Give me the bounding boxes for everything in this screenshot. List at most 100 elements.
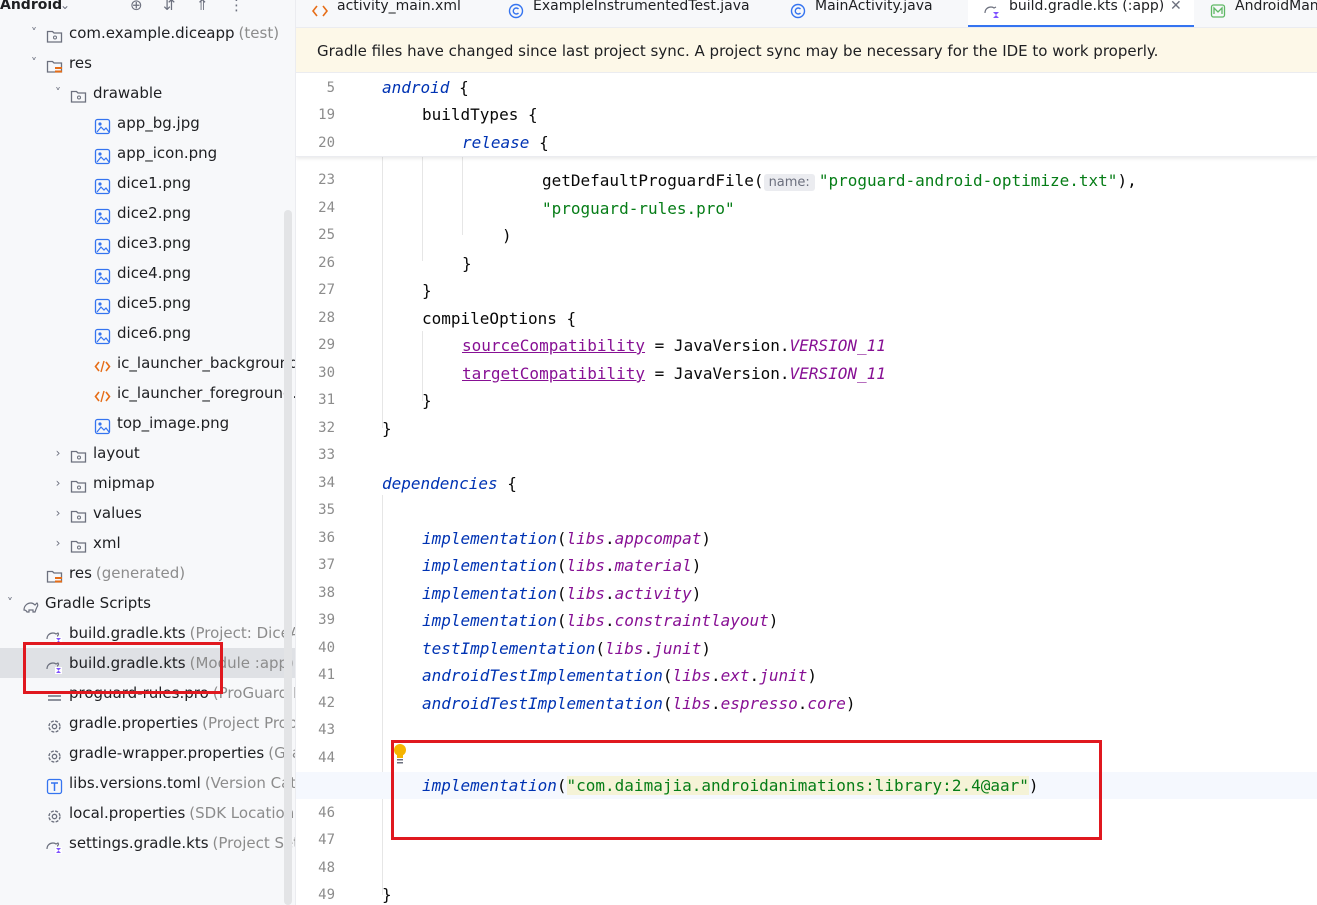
collapsed-chevron-icon[interactable]: › <box>51 498 65 528</box>
expand-all-icon[interactable]: ⇵ <box>163 0 176 18</box>
tree-item[interactable]: dice2.png <box>0 198 296 228</box>
tree-item-label: drawable <box>93 78 162 108</box>
tree-item[interactable]: › values <box>0 498 296 528</box>
code-string: "proguard-android-optimize.txt" <box>818 171 1118 190</box>
code-line-29: sourceCompatibility = JavaVersion.VERSIO… <box>296 332 1317 359</box>
tree-item[interactable]: local.properties (SDK Location) <box>0 798 296 828</box>
tree-item[interactable]: dice6.png <box>0 318 296 348</box>
tree-item[interactable]: dice5.png <box>0 288 296 318</box>
code-token: ( <box>556 529 567 548</box>
collapsed-chevron-icon[interactable]: › <box>51 528 65 558</box>
tree-item-hint: (SDK Location) <box>189 804 296 822</box>
sticky-line-android[interactable]: android { <box>296 74 1317 101</box>
code-lib-ref: libs <box>566 529 606 548</box>
tree-item-name: ic_launcher_background.xml <box>117 354 296 372</box>
code-lib-ref: libs <box>672 666 711 685</box>
tree-item-name: app_bg.jpg <box>117 114 200 132</box>
tree-item[interactable]: dice4.png <box>0 258 296 288</box>
tree-item-name: mipmap <box>93 474 155 492</box>
tree-item[interactable]: dice3.png <box>0 228 296 258</box>
collapsed-chevron-icon[interactable]: › <box>51 438 65 468</box>
tree-item-name: local.properties <box>69 804 186 822</box>
tree-item[interactable]: app_bg.jpg <box>0 108 296 138</box>
editor-tab[interactable]: MainActivity.java <box>774 0 968 27</box>
tree-item[interactable]: › mipmap <box>0 468 296 498</box>
tree-item[interactable]: ˅ com.example.diceapp (test) <box>0 18 296 48</box>
tree-item-label: layout <box>93 438 140 468</box>
tree-item[interactable]: settings.gradle.kts(Project Settings) <box>0 828 296 858</box>
locate-target-icon[interactable]: ⊕ <box>130 0 143 18</box>
tab-label: MainActivity.java <box>815 0 933 14</box>
code-keyword: release <box>462 133 530 152</box>
tree-item[interactable]: gradle-wrapper.properties(Gradle Version… <box>0 738 296 768</box>
line-number: 35 <box>318 502 335 518</box>
tree-item[interactable]: ˅ drawable <box>0 78 296 108</box>
tree-item-label: dice6.png <box>117 318 191 348</box>
collapse-all-icon[interactable]: ⇑ <box>196 0 209 18</box>
collapsed-chevron-icon[interactable]: › <box>51 468 65 498</box>
toml-file-icon <box>46 775 63 795</box>
tree-item-name: dice1.png <box>117 174 192 192</box>
tree-item[interactable]: ic_launcher_foreground.xml <box>0 378 296 408</box>
more-options-icon[interactable]: ⋮ <box>229 0 244 18</box>
xml-file-icon <box>94 355 111 373</box>
close-icon[interactable]: ✕ <box>1170 0 1182 22</box>
java-class-icon <box>790 0 806 19</box>
code-token: ) <box>768 611 779 630</box>
tree-item[interactable]: gradle.properties(Project Properties) <box>0 708 296 738</box>
tree-scrollbar[interactable] <box>284 210 292 905</box>
tree-item-name: dice5.png <box>117 294 192 312</box>
tree-item-hint: (test) <box>238 24 280 42</box>
folder-icon <box>70 445 87 463</box>
expanded-chevron-icon[interactable]: ˅ <box>51 78 65 108</box>
image-file-icon <box>94 235 111 255</box>
tree-item[interactable]: libs.versions.toml(Version Catalog) <box>0 768 296 798</box>
image-file-icon <box>94 145 111 165</box>
tree-item[interactable]: ˅ Gradle Scripts <box>0 588 296 618</box>
tree-item[interactable]: res (generated) <box>0 558 296 588</box>
tree-item-hint: (generated) <box>95 564 186 582</box>
sticky-line-buildtypes[interactable]: buildTypes { <box>296 101 1317 128</box>
editor-tab[interactable]: build.gradle.kts (:app) ✕ <box>968 0 1194 27</box>
code-keyword: dependencies <box>382 474 498 493</box>
chevron-down-icon[interactable]: ⌄ <box>60 0 70 18</box>
code-function: androidTestImplementation <box>422 694 663 713</box>
editor-tab[interactable]: activity_main.xml <box>296 0 492 27</box>
folder-icon <box>70 85 87 103</box>
sticky-line-release[interactable]: release { <box>296 129 1317 156</box>
code-keyword: android <box>382 78 450 97</box>
folder-icon <box>70 535 87 553</box>
annotation-box-module-gradle <box>23 642 223 694</box>
tree-item[interactable]: ˅ res <box>0 48 296 78</box>
gear-icon <box>46 715 63 733</box>
expanded-chevron-icon[interactable]: ˅ <box>27 18 41 48</box>
code-line-38: implementation(libs.activity) <box>296 580 1317 607</box>
code-token: . <box>797 694 808 713</box>
tree-item[interactable]: › layout <box>0 438 296 468</box>
line-number: 43 <box>318 722 335 738</box>
tree-item[interactable]: app_icon.png <box>0 138 296 168</box>
manifest-icon <box>1210 0 1226 18</box>
tree-item-name: build.gradle.kts <box>69 624 186 642</box>
code-lib-ref: material <box>614 556 692 575</box>
tree-item-label: app_icon.png <box>117 138 217 168</box>
code-token: . <box>605 529 615 548</box>
code-token: } <box>422 391 432 410</box>
tree-item[interactable]: top_image.png <box>0 408 296 438</box>
tree-item[interactable]: › xml <box>0 528 296 558</box>
project-header: Android ⌄ ⊕ ⇵ ⇑ ⋮ <box>0 0 296 18</box>
project-tool-window: Android ⌄ ⊕ ⇵ ⇑ ⋮ ˅ com.example.diceapp (t… <box>0 0 296 905</box>
image-file-icon <box>94 205 111 225</box>
editor-tab[interactable]: AndroidManifest.xml <box>1194 0 1317 27</box>
code-token: ( <box>556 556 567 575</box>
tree-item[interactable]: dice1.png <box>0 168 296 198</box>
editor-tab[interactable]: ExampleInstrumentedTest.java <box>492 0 774 27</box>
expanded-chevron-icon[interactable]: ˅ <box>3 588 17 618</box>
sticky-scroll-header[interactable]: 5 19 20 android { buildTypes { release { <box>296 73 1317 157</box>
tree-item[interactable]: ic_launcher_background.xml <box>0 348 296 378</box>
code-token: = JavaVersion. <box>645 336 790 355</box>
tree-item-label: settings.gradle.kts(Project Settings) <box>69 828 296 858</box>
code-lib-ref: activity <box>614 584 692 603</box>
expanded-chevron-icon[interactable]: ˅ <box>27 48 41 78</box>
project-view-selector[interactable]: Android <box>0 0 62 18</box>
